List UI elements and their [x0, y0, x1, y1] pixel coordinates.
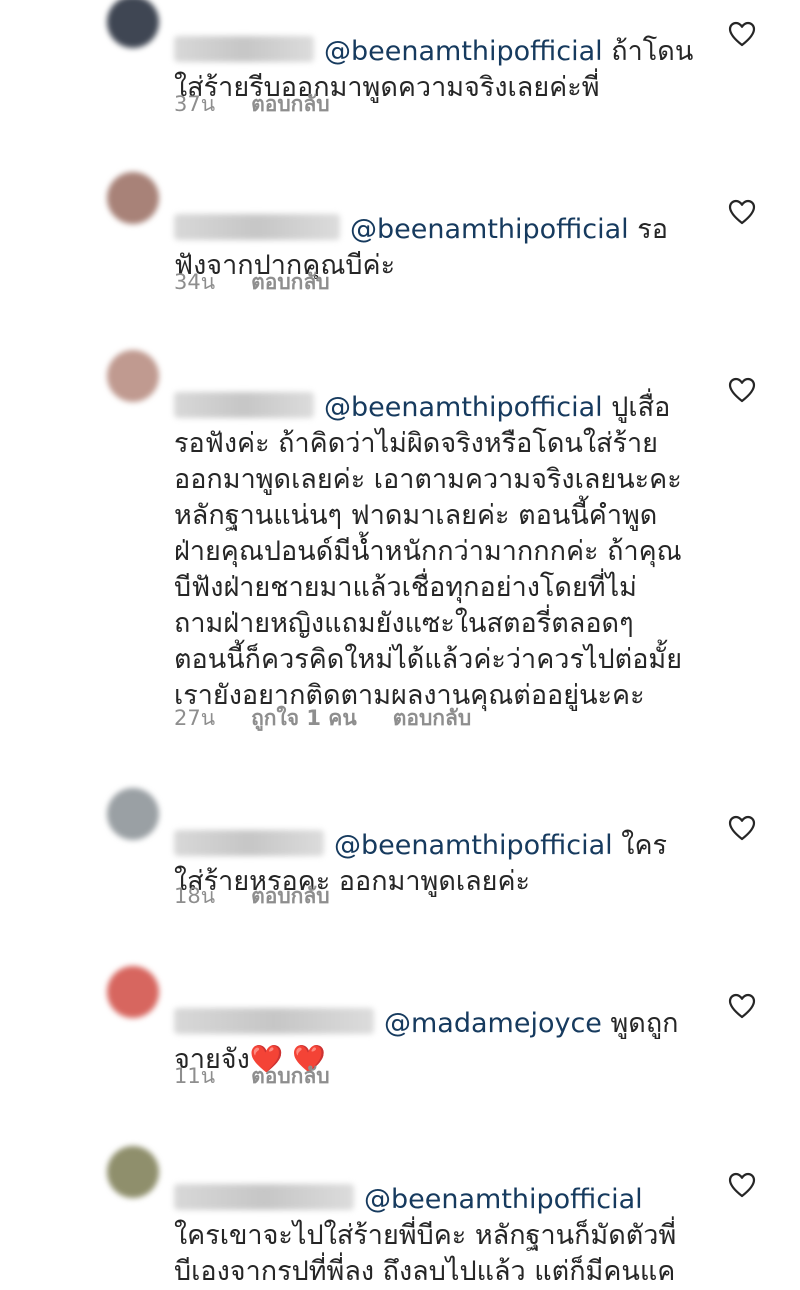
comment-time: 37น [174, 92, 216, 116]
comment-text: ปูเสื่อ รอฟังค่ะ ถ้าคิดว่าไม่ผิดจริงหรือ… [174, 392, 683, 711]
avatar[interactable] [107, 350, 159, 402]
comment-time: 27น [174, 706, 216, 730]
username-blurred[interactable] [174, 36, 314, 62]
mention-link[interactable]: @beenamthipofficial [324, 36, 603, 67]
comment-time: 34น [174, 270, 216, 294]
username-blurred[interactable] [174, 1184, 354, 1210]
reply-button[interactable]: ตอบกลับ [251, 88, 330, 121]
avatar[interactable] [107, 1146, 159, 1198]
heart-outline-icon[interactable] [728, 377, 756, 403]
reply-button[interactable]: ตอบกลับ [251, 880, 330, 913]
avatar[interactable] [107, 0, 159, 48]
mention-link[interactable]: @beenamthipofficial [324, 392, 603, 423]
comment-time: 18น [174, 884, 216, 908]
comment-time: 11น [174, 1064, 216, 1088]
reply-button[interactable]: ตอบกลับ [251, 266, 330, 299]
heart-outline-icon[interactable] [728, 1172, 756, 1198]
avatar[interactable] [107, 788, 159, 840]
username-blurred[interactable] [174, 214, 340, 240]
heart-outline-icon[interactable] [728, 815, 756, 841]
username-blurred[interactable] [174, 1008, 374, 1034]
mention-link[interactable]: @beenamthipofficial [364, 1184, 643, 1215]
username-blurred[interactable] [174, 392, 314, 418]
comment-text: ใครเขาจะไปใส่ร้ายพี่บีคะ หลักฐานก็มัดตัว… [174, 1220, 677, 1287]
reply-button[interactable]: ตอบกลับ [251, 1060, 330, 1093]
avatar[interactable] [107, 172, 159, 224]
mention-link[interactable]: @beenamthipofficial [334, 830, 613, 861]
mention-link[interactable]: @madamejoyce [384, 1008, 602, 1039]
mention-link[interactable]: @beenamthipofficial [350, 214, 629, 245]
heart-outline-icon[interactable] [728, 21, 756, 47]
heart-outline-icon[interactable] [728, 993, 756, 1019]
username-blurred[interactable] [174, 830, 324, 856]
likes-count[interactable]: ถูกใจ 1 คน [251, 702, 357, 735]
reply-button[interactable]: ตอบกลับ [393, 702, 472, 735]
avatar[interactable] [107, 966, 159, 1018]
heart-outline-icon[interactable] [728, 199, 756, 225]
